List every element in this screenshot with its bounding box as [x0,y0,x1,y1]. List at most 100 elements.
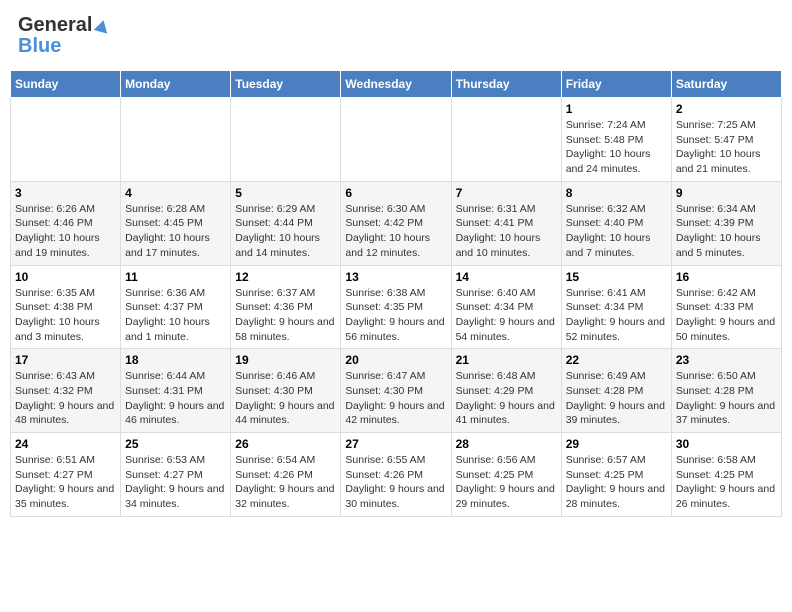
day-number: 25 [125,437,226,451]
day-number: 27 [345,437,446,451]
day-number: 3 [15,186,116,200]
day-number: 4 [125,186,226,200]
day-info: Sunrise: 6:54 AMSunset: 4:26 PMDaylight:… [235,453,336,512]
calendar-cell: 11 Sunrise: 6:36 AMSunset: 4:37 PMDayligh… [121,265,231,349]
day-number: 20 [345,353,446,367]
day-number: 30 [676,437,777,451]
day-number: 18 [125,353,226,367]
col-header-wednesday: Wednesday [341,71,451,98]
day-number: 23 [676,353,777,367]
calendar-cell: 29 Sunrise: 6:57 AMSunset: 4:25 PMDayligh… [561,433,671,517]
day-number: 17 [15,353,116,367]
day-info: Sunrise: 6:50 AMSunset: 4:28 PMDaylight:… [676,369,777,428]
day-info: Sunrise: 6:56 AMSunset: 4:25 PMDaylight:… [456,453,557,512]
day-info: Sunrise: 6:28 AMSunset: 4:45 PMDaylight:… [125,202,226,261]
day-number: 6 [345,186,446,200]
col-header-friday: Friday [561,71,671,98]
calendar-cell [451,98,561,182]
day-number: 11 [125,270,226,284]
calendar-cell: 25 Sunrise: 6:53 AMSunset: 4:27 PMDayligh… [121,433,231,517]
calendar-cell: 26 Sunrise: 6:54 AMSunset: 4:26 PMDayligh… [231,433,341,517]
calendar-cell: 9 Sunrise: 6:34 AMSunset: 4:39 PMDaylight… [671,181,781,265]
calendar-cell: 10 Sunrise: 6:35 AMSunset: 4:38 PMDayligh… [11,265,121,349]
col-header-sunday: Sunday [11,71,121,98]
day-number: 24 [15,437,116,451]
day-info: Sunrise: 6:29 AMSunset: 4:44 PMDaylight:… [235,202,336,261]
calendar-cell: 14 Sunrise: 6:40 AMSunset: 4:34 PMDayligh… [451,265,561,349]
day-info: Sunrise: 6:51 AMSunset: 4:27 PMDaylight:… [15,453,116,512]
day-number: 15 [566,270,667,284]
day-info: Sunrise: 6:46 AMSunset: 4:30 PMDaylight:… [235,369,336,428]
day-info: Sunrise: 6:38 AMSunset: 4:35 PMDaylight:… [345,286,446,345]
day-number: 5 [235,186,336,200]
calendar-cell: 21 Sunrise: 6:48 AMSunset: 4:29 PMDayligh… [451,349,561,433]
day-info: Sunrise: 6:48 AMSunset: 4:29 PMDaylight:… [456,369,557,428]
logo: General Blue [18,14,109,58]
calendar-cell [121,98,231,182]
calendar-week-1: 1Sunrise: 7:24 AMSunset: 5:48 PMDaylight… [11,98,782,182]
day-number: 22 [566,353,667,367]
day-number: 1 [566,102,667,116]
calendar-cell: 8Sunrise: 6:32 AMSunset: 4:40 PMDaylight… [561,181,671,265]
calendar-cell: 24 Sunrise: 6:51 AMSunset: 4:27 PMDayligh… [11,433,121,517]
calendar-week-4: 17 Sunrise: 6:43 AMSunset: 4:32 PMDayligh… [11,349,782,433]
day-number: 12 [235,270,336,284]
calendar-cell: 6 Sunrise: 6:30 AMSunset: 4:42 PMDaylight… [341,181,451,265]
day-info: Sunrise: 6:41 AMSunset: 4:34 PMDaylight:… [566,286,667,345]
calendar-cell: 20 Sunrise: 6:47 AMSunset: 4:30 PMDayligh… [341,349,451,433]
calendar-cell [341,98,451,182]
calendar-week-3: 10 Sunrise: 6:35 AMSunset: 4:38 PMDayligh… [11,265,782,349]
calendar-cell: 2 Sunrise: 7:25 AMSunset: 5:47 PMDaylight… [671,98,781,182]
page-header: General Blue [10,10,782,62]
day-number: 9 [676,186,777,200]
calendar-cell: 7Sunrise: 6:31 AMSunset: 4:41 PMDaylight… [451,181,561,265]
day-info: Sunrise: 6:42 AMSunset: 4:33 PMDaylight:… [676,286,777,345]
calendar-table: SundayMondayTuesdayWednesdayThursdayFrid… [10,70,782,517]
col-header-monday: Monday [121,71,231,98]
day-number: 10 [15,270,116,284]
calendar-cell [231,98,341,182]
day-info: Sunrise: 6:35 AMSunset: 4:38 PMDaylight:… [15,286,116,345]
day-number: 7 [456,186,557,200]
day-info: Sunrise: 6:58 AMSunset: 4:25 PMDaylight:… [676,453,777,512]
day-info: Sunrise: 6:36 AMSunset: 4:37 PMDaylight:… [125,286,226,345]
calendar-cell: 1Sunrise: 7:24 AMSunset: 5:48 PMDaylight… [561,98,671,182]
day-number: 26 [235,437,336,451]
day-number: 29 [566,437,667,451]
logo-blue: Blue [18,35,61,58]
day-info: Sunrise: 6:57 AMSunset: 4:25 PMDaylight:… [566,453,667,512]
day-number: 28 [456,437,557,451]
day-info: Sunrise: 6:47 AMSunset: 4:30 PMDaylight:… [345,369,446,428]
calendar-cell: 23 Sunrise: 6:50 AMSunset: 4:28 PMDayligh… [671,349,781,433]
day-info: Sunrise: 6:53 AMSunset: 4:27 PMDaylight:… [125,453,226,512]
day-number: 2 [676,102,777,116]
col-header-thursday: Thursday [451,71,561,98]
calendar-cell [11,98,121,182]
day-number: 8 [566,186,667,200]
calendar-week-2: 3Sunrise: 6:26 AMSunset: 4:46 PMDaylight… [11,181,782,265]
col-header-saturday: Saturday [671,71,781,98]
calendar-cell: 28 Sunrise: 6:56 AMSunset: 4:25 PMDayligh… [451,433,561,517]
logo-general: General [18,14,109,37]
calendar-cell: 30 Sunrise: 6:58 AMSunset: 4:25 PMDayligh… [671,433,781,517]
day-number: 21 [456,353,557,367]
calendar-cell: 19Sunrise: 6:46 AMSunset: 4:30 PMDayligh… [231,349,341,433]
day-info: Sunrise: 6:43 AMSunset: 4:32 PMDaylight:… [15,369,116,428]
calendar-cell: 18 Sunrise: 6:44 AMSunset: 4:31 PMDayligh… [121,349,231,433]
calendar-cell: 22 Sunrise: 6:49 AMSunset: 4:28 PMDayligh… [561,349,671,433]
day-info: Sunrise: 6:30 AMSunset: 4:42 PMDaylight:… [345,202,446,261]
col-header-tuesday: Tuesday [231,71,341,98]
day-number: 16 [676,270,777,284]
day-info: Sunrise: 6:34 AMSunset: 4:39 PMDaylight:… [676,202,777,261]
day-info: Sunrise: 6:55 AMSunset: 4:26 PMDaylight:… [345,453,446,512]
day-info: Sunrise: 7:25 AMSunset: 5:47 PMDaylight:… [676,118,777,177]
calendar-cell: 3Sunrise: 6:26 AMSunset: 4:46 PMDaylight… [11,181,121,265]
day-number: 13 [345,270,446,284]
day-info: Sunrise: 6:44 AMSunset: 4:31 PMDaylight:… [125,369,226,428]
day-info: Sunrise: 6:49 AMSunset: 4:28 PMDaylight:… [566,369,667,428]
day-info: Sunrise: 6:40 AMSunset: 4:34 PMDaylight:… [456,286,557,345]
calendar-cell: 12Sunrise: 6:37 AMSunset: 4:36 PMDayligh… [231,265,341,349]
calendar-week-5: 24 Sunrise: 6:51 AMSunset: 4:27 PMDayligh… [11,433,782,517]
day-number: 14 [456,270,557,284]
calendar-cell: 17 Sunrise: 6:43 AMSunset: 4:32 PMDayligh… [11,349,121,433]
